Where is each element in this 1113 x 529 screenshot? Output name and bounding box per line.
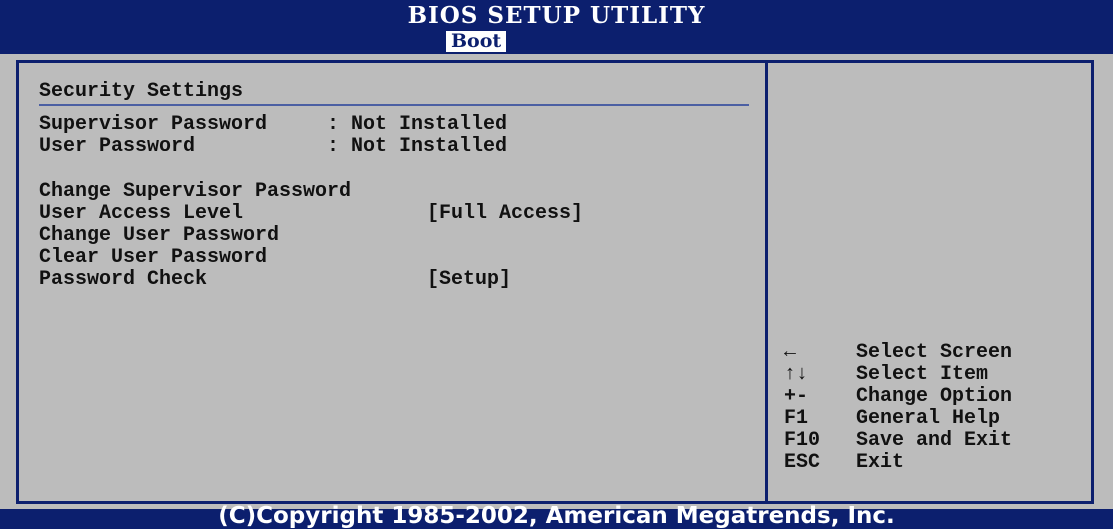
help-key-f1: F1 xyxy=(784,407,809,430)
password-check-value[interactable]: [Setup] xyxy=(427,269,511,291)
supervisor-password-status: : Not Installed xyxy=(327,113,508,136)
user-access-level-item[interactable]: User Access Level xyxy=(39,203,243,225)
help-exit: Exit xyxy=(856,451,905,474)
tab-boot[interactable]: Boot xyxy=(446,31,507,52)
clear-user-password-item[interactable]: Clear User Password xyxy=(39,247,267,269)
help-key-esc: ESC xyxy=(784,451,821,474)
change-supervisor-password-item[interactable]: Change Supervisor Password xyxy=(39,181,351,203)
supervisor-password-label: Supervisor Password xyxy=(39,113,268,136)
password-check-item[interactable]: Password Check xyxy=(39,269,207,291)
title-bar: BIOS SETUP UTILITY Boot xyxy=(0,0,1113,54)
left-arrow-icon: ← xyxy=(784,341,797,364)
app-title: BIOS SETUP UTILITY xyxy=(407,2,706,29)
help-key-plus-minus: +- xyxy=(784,385,809,408)
user-password-label: User Password xyxy=(39,135,196,158)
help-select-screen: Select Screen xyxy=(856,341,1013,364)
change-user-password-item[interactable]: Change User Password xyxy=(39,225,279,247)
copyright-text: (C)Copyright 1985-2002, American Megatre… xyxy=(218,503,895,529)
help-select-item: Select Item xyxy=(856,363,989,386)
section-divider xyxy=(39,104,749,106)
section-title: Security Settings xyxy=(39,80,244,103)
help-key-f10: F10 xyxy=(784,429,821,452)
panel-divider xyxy=(765,63,768,501)
help-save-exit: Save and Exit xyxy=(856,429,1013,452)
user-password-status: : Not Installed xyxy=(327,135,508,158)
help-general-help: General Help xyxy=(856,407,1001,430)
user-access-level-value[interactable]: [Full Access] xyxy=(427,203,583,225)
up-down-arrows-icon: ↑↓ xyxy=(784,363,809,386)
main-panel: Security Settings Supervisor Password : … xyxy=(16,60,1094,504)
footer-bar: (C)Copyright 1985-2002, American Megatre… xyxy=(0,504,1113,529)
help-change-option: Change Option xyxy=(856,385,1013,408)
